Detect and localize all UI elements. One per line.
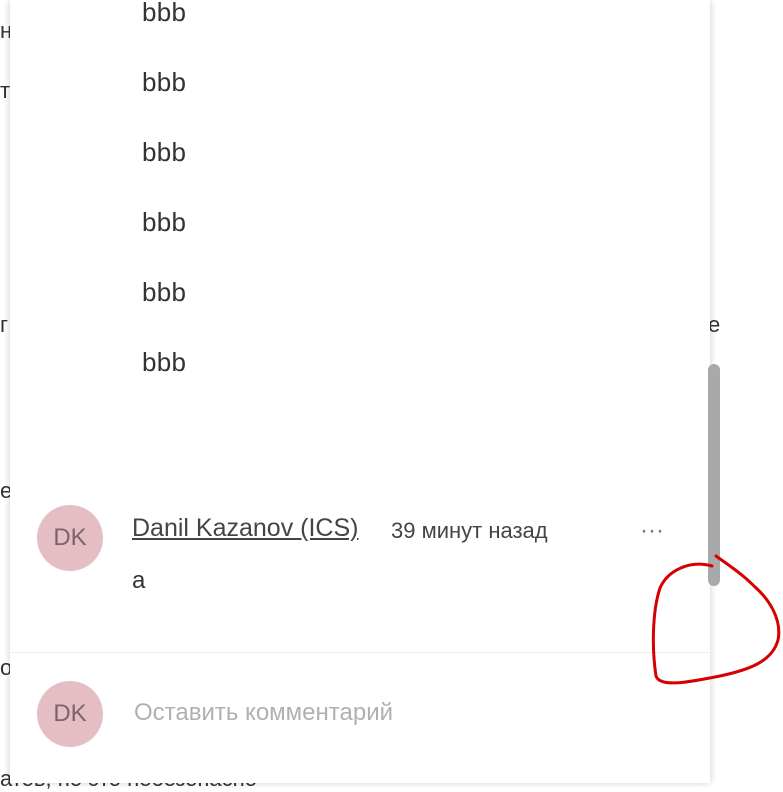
comment-text: a — [132, 567, 146, 594]
comment-composer: DK — [10, 680, 710, 750]
comment-input[interactable] — [132, 692, 656, 734]
background-text-fragment: г — [0, 312, 9, 337]
composer-avatar: DK — [37, 681, 103, 747]
content-line: bbb — [142, 207, 187, 237]
content-line: bbb — [142, 277, 187, 307]
avatar: DK — [37, 505, 103, 571]
content-line: bbb — [142, 0, 187, 27]
comment-item: DK Danil Kazanov (ICS) 39 минут назад a … — [10, 500, 710, 620]
comments-panel: bbb bbb bbb bbb bbb bbb DK Danil Kazanov… — [10, 0, 720, 783]
more-options-icon[interactable]: ··· — [637, 516, 667, 546]
comment-author-link[interactable]: Danil Kazanov (ICS) — [132, 514, 358, 543]
background-text-fragment: т — [0, 78, 11, 103]
scrollbar-thumb[interactable] — [708, 364, 720, 586]
content-line: bbb — [142, 67, 187, 97]
divider — [10, 652, 710, 653]
content-line: bbb — [142, 137, 187, 167]
content-line: bbb — [142, 347, 187, 377]
comment-timestamp: 39 минут назад — [391, 518, 548, 543]
